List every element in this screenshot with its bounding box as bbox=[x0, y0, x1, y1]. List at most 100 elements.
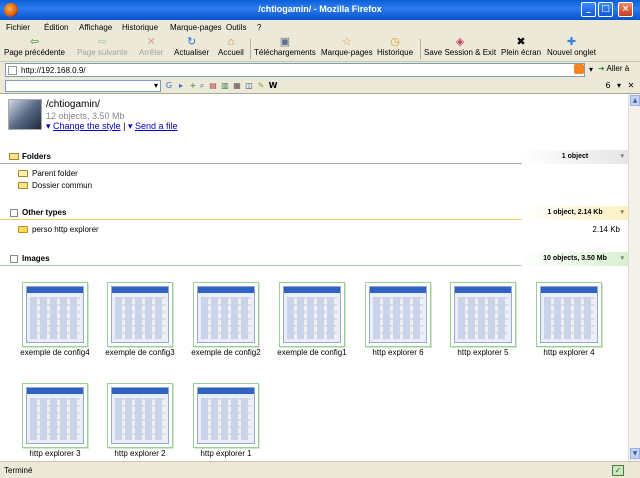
go-button[interactable]: ➜ Aller à bbox=[598, 64, 629, 73]
image-caption[interactable]: http explorer 2 bbox=[101, 449, 179, 459]
image-thumbnail[interactable] bbox=[107, 282, 173, 347]
forward-button[interactable]: ⇨ Page suivante bbox=[77, 36, 128, 57]
scroll-down-arrow[interactable]: ▼ bbox=[630, 448, 640, 459]
menu-file[interactable]: Fichier bbox=[6, 23, 30, 32]
thumbnail-image bbox=[111, 286, 169, 343]
image-caption[interactable]: http explorer 5 bbox=[444, 348, 522, 358]
image-thumbnail[interactable] bbox=[536, 282, 602, 347]
chevron-down-icon: ▾ bbox=[620, 209, 624, 216]
close-icon[interactable]: ✕ bbox=[626, 81, 636, 91]
magnifier-icon[interactable]: ⌕ bbox=[197, 81, 207, 91]
address-url: http://192.168.0.9/ bbox=[21, 66, 86, 75]
highlight-icon[interactable]: ✎ bbox=[256, 81, 266, 91]
reload-button[interactable]: ↻ Actualiser bbox=[174, 36, 209, 57]
menu-edit[interactable]: Édition bbox=[44, 23, 68, 32]
folders-badge: 1 object ▾ bbox=[522, 150, 628, 164]
window-title: /chtiogamin/ - Mozilla Firefox bbox=[258, 4, 382, 14]
forward-arrow-icon: ⇨ bbox=[97, 36, 107, 48]
vertical-scrollbar[interactable]: ▲ ▼ bbox=[628, 94, 640, 461]
address-dropdown-icon[interactable]: ▾ bbox=[586, 65, 596, 75]
image-thumbnail[interactable] bbox=[450, 282, 516, 347]
tool-icon[interactable]: ▥ bbox=[220, 81, 230, 91]
scroll-up-arrow[interactable]: ▲ bbox=[630, 95, 640, 106]
address-input[interactable]: http://192.168.0.9/ bbox=[5, 63, 585, 77]
google-icon[interactable]: G bbox=[164, 81, 174, 91]
navigation-toolbar: ⇦ Page précédente ⇨ Page suivante ✕ Arrê… bbox=[0, 35, 640, 62]
new-tab-button[interactable]: ✚ Nouvel onglet bbox=[547, 36, 596, 57]
search-options-icon[interactable]: ▾ bbox=[614, 81, 624, 91]
status-text: Terminé bbox=[4, 466, 33, 475]
home-icon: ⌂ bbox=[227, 36, 235, 48]
thumbnail-image bbox=[197, 286, 255, 343]
tool-icon[interactable]: ▤ bbox=[208, 81, 218, 91]
menu-bookmarks[interactable]: Marque-pages bbox=[170, 23, 222, 32]
image-caption[interactable]: exemple de config4 bbox=[16, 348, 94, 358]
maximize-button[interactable]: □ bbox=[598, 2, 613, 17]
menu-tools[interactable]: Outils bbox=[226, 23, 246, 32]
folder-row-parent[interactable]: Parent folder bbox=[18, 169, 78, 178]
image-thumbnail[interactable] bbox=[365, 282, 431, 347]
file-row[interactable]: perso http explorer bbox=[18, 225, 99, 234]
folder-icon bbox=[18, 182, 28, 189]
address-bar-row: http://192.168.0.9/ ▾ ➜ Aller à bbox=[0, 62, 640, 78]
search-input[interactable] bbox=[5, 80, 161, 92]
image-caption[interactable]: http explorer 3 bbox=[16, 449, 94, 459]
thumbnail-image bbox=[26, 387, 84, 444]
image-caption[interactable]: http explorer 6 bbox=[359, 348, 437, 358]
stop-icon: ✕ bbox=[146, 36, 156, 48]
title-bar: /chtiogamin/ - Mozilla Firefox _ □ × bbox=[0, 0, 640, 20]
menu-history[interactable]: Historique bbox=[122, 23, 158, 32]
image-file-icon bbox=[10, 255, 18, 263]
thumbnail-image bbox=[454, 286, 512, 343]
tool-icon[interactable]: ▦ bbox=[232, 81, 242, 91]
wikipedia-icon[interactable]: W bbox=[268, 81, 278, 91]
profile-links: ▾ Change the style | ▾ Send a file bbox=[46, 121, 178, 131]
stop-button[interactable]: ✕ Arrêter bbox=[139, 36, 163, 57]
thumbnail-image bbox=[283, 286, 341, 343]
close-button[interactable]: × bbox=[618, 2, 633, 17]
menu-view[interactable]: Affichage bbox=[79, 23, 112, 32]
new-tab-icon: ✚ bbox=[566, 36, 577, 48]
chevron-down-icon: ▾ bbox=[620, 153, 624, 160]
image-caption[interactable]: exemple de config2 bbox=[187, 348, 265, 358]
image-thumbnail[interactable] bbox=[193, 282, 259, 347]
back-button[interactable]: ⇦ Page précédente bbox=[4, 36, 65, 57]
image-caption[interactable]: exemple de config3 bbox=[101, 348, 179, 358]
toolbar-separator bbox=[420, 39, 421, 59]
image-thumbnail[interactable] bbox=[193, 383, 259, 448]
menu-bar: Fichier Édition Affichage Historique Mar… bbox=[0, 20, 640, 35]
rss-icon[interactable] bbox=[574, 64, 584, 74]
downloads-button[interactable]: ▣ Téléchargements bbox=[254, 36, 316, 57]
go-arrow-icon: ➜ bbox=[598, 64, 605, 73]
image-thumbnail[interactable] bbox=[279, 282, 345, 347]
thumbnail-image bbox=[26, 286, 84, 343]
history-button[interactable]: ◷ Historique bbox=[377, 36, 413, 57]
image-caption[interactable]: http explorer 4 bbox=[530, 348, 608, 358]
minimize-button[interactable]: _ bbox=[581, 2, 596, 17]
send-file-link[interactable]: Send a file bbox=[135, 121, 178, 131]
other-types-section-header[interactable]: Other types 1 object, 2.14 Kb ▾ bbox=[0, 206, 628, 220]
image-thumbnail[interactable] bbox=[22, 383, 88, 448]
save-session-exit-button[interactable]: ◈ Save Session & Exit bbox=[424, 36, 496, 57]
reload-icon: ↻ bbox=[186, 36, 197, 48]
home-button[interactable]: ⌂ Accueil bbox=[218, 36, 244, 57]
images-section-header[interactable]: Images 10 objects, 3.50 Mb ▾ bbox=[0, 252, 628, 266]
change-style-link[interactable]: Change the style bbox=[53, 121, 121, 131]
checkmark-icon: ✓ bbox=[612, 465, 624, 476]
folders-section-header[interactable]: Folders 1 object ▾ bbox=[0, 150, 628, 164]
menu-help[interactable]: ? bbox=[257, 23, 261, 32]
image-caption[interactable]: exemple de config1 bbox=[273, 348, 351, 358]
images-title: Images bbox=[22, 254, 50, 263]
tool-icon[interactable]: ◫ bbox=[244, 81, 254, 91]
bookmarks-button[interactable]: ☆ Marque-pages bbox=[321, 36, 373, 57]
image-thumbnail[interactable] bbox=[22, 282, 88, 347]
image-thumbnail[interactable] bbox=[107, 383, 173, 448]
search-go-icon[interactable]: ▸ bbox=[176, 81, 186, 91]
folder-row-common[interactable]: Dossier commun bbox=[18, 181, 92, 190]
images-badge: 10 objects, 3.50 Mb ▾ bbox=[522, 252, 628, 266]
image-caption[interactable]: http explorer 1 bbox=[187, 449, 265, 459]
fullscreen-button[interactable]: ✖ Plein écran bbox=[501, 36, 541, 57]
thumbnail-image bbox=[111, 387, 169, 444]
link-separator: | bbox=[123, 121, 126, 131]
search-dropdown-icon[interactable]: ▾ bbox=[151, 81, 161, 91]
